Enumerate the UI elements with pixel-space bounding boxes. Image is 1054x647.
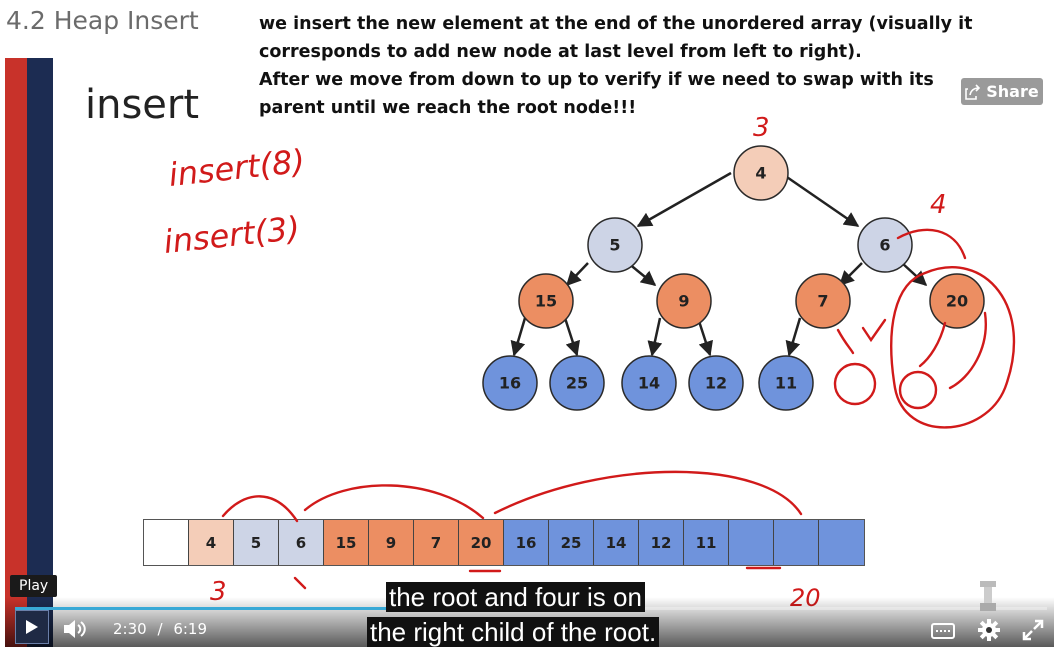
- fullscreen-button[interactable]: [1021, 618, 1045, 642]
- tree-node-value: 11: [775, 374, 797, 393]
- array-cell: [774, 520, 819, 565]
- settings-button[interactable]: [977, 618, 1001, 642]
- array-cell: 15: [324, 520, 369, 565]
- tree-node-value: 16: [499, 374, 521, 393]
- notes-line: After we move from down to up to verify …: [259, 70, 934, 90]
- tree-node-value: 5: [609, 236, 620, 255]
- gear-icon: [978, 619, 1000, 641]
- array-cell: [144, 520, 189, 565]
- tree-node: 25: [549, 355, 605, 411]
- tree-node: 9: [656, 273, 712, 329]
- tree-node-value: 9: [678, 292, 689, 311]
- tree-node-value: 20: [946, 292, 968, 311]
- play-tooltip: Play: [10, 575, 58, 597]
- play-button[interactable]: [15, 610, 49, 644]
- tree-edge: [636, 171, 732, 228]
- array-cell: 9: [369, 520, 414, 565]
- tree-edge: [647, 317, 663, 357]
- array-cell: 5: [234, 520, 279, 565]
- play-icon: [26, 620, 38, 634]
- tree-edge: [785, 317, 802, 357]
- tree-node-value: 12: [705, 374, 727, 393]
- array-cell: 4: [189, 520, 234, 565]
- array-cell: 20: [459, 520, 504, 565]
- time-display: 2:30 / 6:19: [113, 620, 207, 638]
- time-separator: /: [157, 620, 163, 638]
- tree-node: 6: [857, 217, 913, 273]
- captions-icon: [936, 630, 950, 634]
- array-cell: 11: [684, 520, 729, 565]
- array-cell: 7: [414, 520, 459, 565]
- caption-line-1: the root and four is on: [386, 582, 645, 612]
- tree-edge: [565, 262, 589, 287]
- tree-edge: [563, 317, 580, 357]
- tree-node-value: 4: [755, 164, 766, 183]
- tree-node: 16: [482, 355, 538, 411]
- tree-node-value: 7: [817, 292, 828, 311]
- array-cell: 12: [639, 520, 684, 565]
- array-cell: [729, 520, 774, 565]
- tree-edge: [901, 262, 928, 287]
- tree-node: 11: [758, 355, 814, 411]
- tree-node: 12: [688, 355, 744, 411]
- current-time: 2:30: [113, 620, 147, 638]
- tree-edge: [780, 171, 860, 228]
- duration: 6:19: [173, 620, 207, 638]
- tree-edge: [510, 317, 527, 357]
- tree-node: 14: [621, 355, 677, 411]
- volume-button[interactable]: [61, 616, 87, 642]
- tree-edge: [838, 262, 863, 287]
- tree-node-value: 15: [535, 292, 557, 311]
- pen-cursor-icon: [980, 581, 996, 611]
- notes-line: parent until we reach the root node!!!: [259, 98, 637, 118]
- tree-node: 20: [929, 273, 985, 329]
- tree-node: 7: [795, 273, 851, 329]
- notes-line: corresponds to add new node at last leve…: [259, 42, 862, 62]
- notes-line: we insert the new element at the end of …: [259, 14, 973, 34]
- notes-block: we insert the new element at the end of …: [259, 10, 1049, 122]
- array-cell: 16: [504, 520, 549, 565]
- array-cell: [819, 520, 864, 565]
- page-heading: 4.2 Heap Insert: [6, 6, 199, 35]
- array-cell: 14: [594, 520, 639, 565]
- tree-node-value: 25: [566, 374, 588, 393]
- progress-fill: [15, 607, 423, 610]
- volume-icon: [64, 620, 86, 638]
- tree-node-value: 6: [879, 236, 890, 255]
- tree-node: 5: [587, 217, 643, 273]
- tree-node: 4: [733, 145, 789, 201]
- array-cell: 25: [549, 520, 594, 565]
- caption-line-2: the right child of the root.: [367, 617, 660, 647]
- array-cell: 6: [279, 520, 324, 565]
- tree-node-value: 14: [638, 374, 660, 393]
- tree-node: 15: [518, 273, 574, 329]
- captions-button[interactable]: [931, 623, 955, 639]
- heap-array: 4 5 6 15 9 7 20 16 25 14 12 11: [143, 519, 865, 566]
- expand-icon: [1022, 619, 1044, 641]
- video-player[interactable]: insert Share 4 5 6 15 9 7 20 16 25 14 12…: [5, 58, 1054, 647]
